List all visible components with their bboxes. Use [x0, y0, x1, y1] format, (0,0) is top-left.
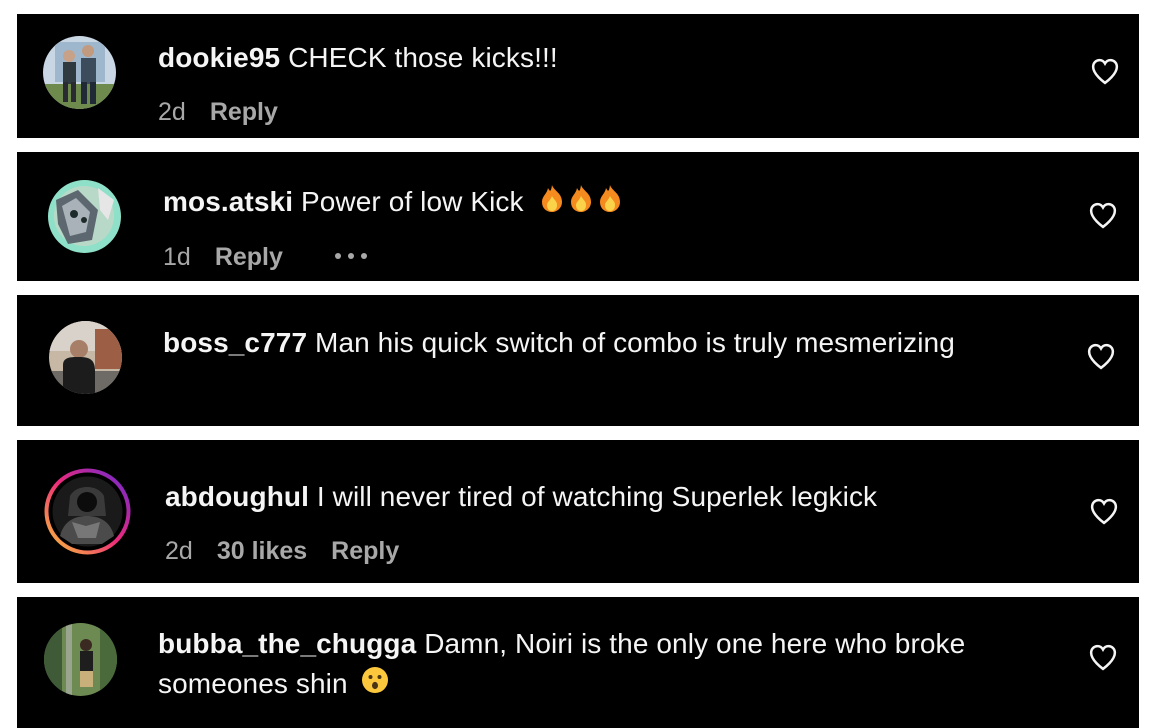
comment-username[interactable]: bubba_the_chugga: [158, 628, 416, 659]
reply-button[interactable]: Reply: [215, 243, 283, 272]
comment-username[interactable]: mos.atski: [163, 186, 293, 217]
comment-card: abdoughul I will never tired of watching…: [17, 440, 1139, 583]
heart-outline-icon[interactable]: [1086, 342, 1116, 370]
story-ring-avatar[interactable]: [42, 466, 133, 557]
heart-outline-icon[interactable]: [1088, 201, 1118, 229]
comment-text: CHECK those kicks!!!: [288, 42, 558, 73]
comment-card: boss_c777 Man his quick switch of combo …: [17, 295, 1139, 426]
comment-meta: 1d Reply: [163, 243, 397, 272]
comment-body: bubba_the_chugga Damn, Noiri is the only…: [158, 624, 1028, 706]
avatar[interactable]: [44, 623, 117, 696]
comment-body: mos.atski Power of low Kick: [163, 182, 1043, 224]
heart-outline-icon[interactable]: [1090, 57, 1120, 85]
comment-body: abdoughul I will never tired of watching…: [165, 477, 1045, 517]
reply-button[interactable]: Reply: [210, 98, 278, 127]
comment-card: bubba_the_chugga Damn, Noiri is the only…: [17, 597, 1139, 728]
comment-meta: 2d Reply: [158, 98, 302, 127]
comment-text: Power of low Kick: [300, 186, 524, 217]
astonished-emoji: [360, 665, 390, 706]
heart-outline-icon[interactable]: [1088, 643, 1118, 671]
comment-timestamp: 2d: [165, 537, 193, 565]
comment-body: boss_c777 Man his quick switch of combo …: [163, 323, 963, 363]
comment-card: mos.atski Power of low Kick 1d Reply: [17, 152, 1139, 281]
comment-timestamp: 2d: [158, 98, 186, 126]
comment-meta: 2d 30 likes Reply: [165, 537, 423, 566]
fire-emoji: [538, 183, 628, 224]
avatar[interactable]: [48, 180, 121, 253]
avatar[interactable]: [43, 36, 116, 109]
comment-username[interactable]: abdoughul: [165, 481, 309, 512]
comment-text: Man his quick switch of combo is truly m…: [315, 327, 955, 358]
comment-card: dookie95 CHECK those kicks!!! 2d Reply: [17, 14, 1139, 138]
like-count[interactable]: 30 likes: [217, 537, 307, 566]
more-options-icon[interactable]: [333, 239, 373, 268]
reply-button[interactable]: Reply: [331, 537, 399, 566]
comment-username[interactable]: boss_c777: [163, 327, 307, 358]
heart-outline-icon[interactable]: [1089, 497, 1119, 525]
comment-text: I will never tired of watching Superlek …: [316, 481, 878, 512]
comment-body: dookie95 CHECK those kicks!!!: [158, 38, 1038, 78]
comment-timestamp: 1d: [163, 243, 191, 271]
comment-username[interactable]: dookie95: [158, 42, 280, 73]
avatar[interactable]: [49, 321, 122, 394]
